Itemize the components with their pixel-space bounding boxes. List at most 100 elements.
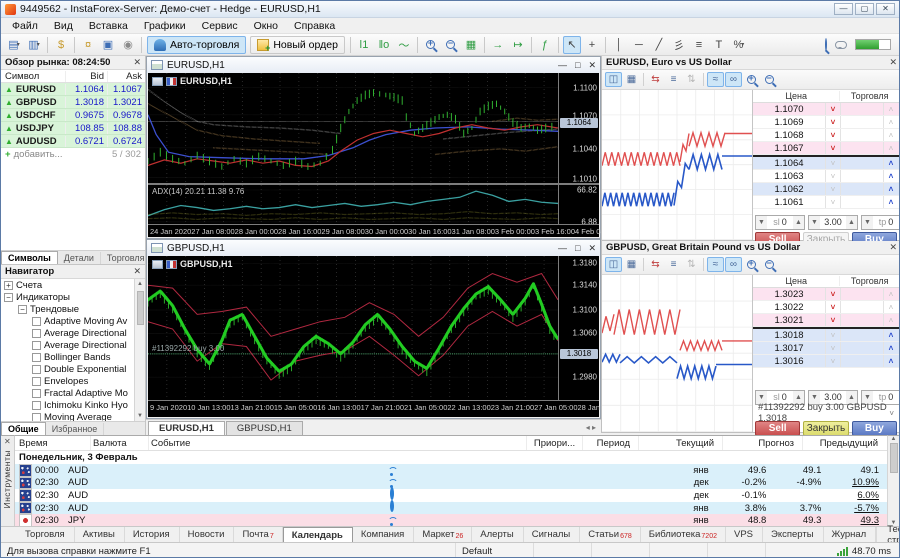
buy-button[interactable]: Buy bbox=[852, 421, 897, 436]
sell-at-price-icon[interactable]: ˅ bbox=[825, 196, 840, 208]
chart-tab[interactable]: GBPUSD,H1 bbox=[226, 421, 303, 435]
close-button[interactable]: Закрыть bbox=[803, 421, 848, 436]
ask-row[interactable]: 1.1069 ˅ ˄ bbox=[753, 116, 899, 129]
bid-row[interactable]: 1.1061 ˅ ˄ bbox=[753, 196, 899, 209]
bid-row[interactable]: 1.3017 ˅ ˄ bbox=[753, 342, 899, 355]
zoom-in-icon[interactable] bbox=[422, 36, 440, 54]
symbol-row[interactable]: ▲USDCHF 0.9675 0.9678 bbox=[1, 109, 145, 122]
text-tool-icon[interactable]: T bbox=[710, 36, 728, 54]
expand-icon[interactable] bbox=[32, 353, 41, 362]
ask-row[interactable]: 1.1068 ˅ ˄ bbox=[753, 129, 899, 142]
expand-icon[interactable] bbox=[32, 413, 41, 422]
position-dropdown-icon[interactable]: ˅ bbox=[889, 409, 894, 418]
sell-button[interactable]: Sell bbox=[755, 421, 800, 436]
chart-shift-icon[interactable]: ↦ bbox=[509, 36, 527, 54]
one-click-icon[interactable] bbox=[152, 77, 163, 86]
ask-row[interactable]: 1.3022 ˅ ˄ bbox=[753, 301, 899, 314]
zoom-out-icon[interactable] bbox=[442, 36, 460, 54]
eurusd-time-axis[interactable]: 24 Jan 202027 Jan 08:0028 Jan 00:0028 Ja… bbox=[148, 224, 599, 237]
sell-at-price-icon[interactable]: ˅ bbox=[825, 301, 840, 313]
sell-at-price-icon[interactable]: ˅ bbox=[825, 355, 840, 367]
tree-item[interactable]: − Индикаторы bbox=[1, 291, 134, 303]
menu-item[interactable]: Графики bbox=[136, 19, 194, 33]
market-watch-tab[interactable]: Детали bbox=[58, 252, 101, 264]
bid-row[interactable]: 1.1064 ˅ ˄ bbox=[753, 157, 899, 170]
toolbox-tab[interactable]: Сигналы bbox=[524, 527, 581, 542]
buy-at-price-icon[interactable]: ˄ bbox=[883, 103, 898, 115]
calendar-event-row[interactable]: 02:30 AUD Разрешения на строительство м/… bbox=[15, 477, 889, 490]
bid-row[interactable]: 1.1063 ˅ ˄ bbox=[753, 170, 899, 183]
chat-icon[interactable] bbox=[835, 41, 847, 49]
menu-item[interactable]: Сервис bbox=[194, 19, 246, 33]
eurusd-price-scale[interactable]: 1.11001.10701.10401.1010 1.1064 bbox=[558, 73, 599, 185]
trend-line-icon[interactable]: ╱ bbox=[650, 36, 668, 54]
market-watch-tab[interactable]: Торговля bbox=[101, 252, 152, 264]
tick-chart-icon[interactable]: ◫ bbox=[605, 72, 622, 87]
symbol-row[interactable]: ▲GBPUSD 1.3018 1.3021 bbox=[1, 96, 145, 109]
dom-ladder-icon[interactable]: ≡ bbox=[665, 257, 682, 272]
tick-points-icon[interactable]: ∞ bbox=[725, 72, 742, 87]
eurusd-adx-pane[interactable]: ADX(14) 20.21 11.38 9.76 bbox=[148, 185, 558, 226]
toolbox-tab[interactable]: Маркет26 bbox=[414, 527, 472, 542]
profiles-icon[interactable]: ▥▾ bbox=[25, 36, 43, 54]
buy-at-price-icon[interactable]: ˄ bbox=[883, 355, 898, 367]
toolbox-tab[interactable]: История bbox=[125, 527, 180, 542]
expand-icon[interactable] bbox=[32, 329, 41, 338]
eurusd-chart-caption[interactable]: EURUSD,H1 — □ ✕ bbox=[147, 57, 600, 73]
buy-at-price-icon[interactable]: ˄ bbox=[883, 183, 898, 195]
toolbox-tab[interactable]: Календарь bbox=[283, 527, 353, 542]
tree-item[interactable]: Fractal Adaptive Mo bbox=[1, 387, 134, 399]
gbpusd-chart-caption[interactable]: GBPUSD,H1 — □ ✕ bbox=[147, 240, 600, 256]
calendar-scrollbar[interactable]: ▲▼ bbox=[887, 435, 899, 526]
buy-at-price-icon[interactable]: ˄ bbox=[883, 314, 898, 326]
calendar-event-row[interactable]: 02:30 JPY Индекс менеджеров по закупкам … bbox=[15, 514, 889, 526]
sell-at-price-icon[interactable]: ˅ bbox=[825, 183, 840, 195]
bar-chart-icon[interactable]: ǀ1 bbox=[355, 36, 373, 54]
toolbox-tab[interactable]: VPS bbox=[726, 527, 763, 542]
navigator-tab[interactable]: Общие bbox=[1, 422, 46, 435]
ask-row[interactable]: 1.3021 ˅ ˄ bbox=[753, 314, 899, 327]
buy-at-price-icon[interactable]: ˄ bbox=[883, 329, 898, 341]
data-window-icon[interactable]: ▣ bbox=[99, 36, 117, 54]
one-click-icon[interactable] bbox=[152, 260, 163, 269]
sell-at-price-icon[interactable]: ˅ bbox=[825, 329, 840, 341]
sell-at-price-icon[interactable]: ˅ bbox=[825, 314, 840, 326]
channel-icon[interactable]: ≡ bbox=[690, 36, 708, 54]
toolbox-tab[interactable]: Статьи678 bbox=[580, 527, 640, 542]
tree-item[interactable]: Ichimoku Kinko Hyo bbox=[1, 399, 134, 411]
sl-stepper[interactable]: ▼sl0▲ bbox=[755, 215, 805, 230]
tree-item[interactable]: Double Exponential bbox=[1, 363, 134, 375]
sell-at-price-icon[interactable]: ˅ bbox=[825, 129, 840, 141]
dom-zoom-out-icon[interactable] bbox=[761, 72, 778, 87]
buy-at-price-icon[interactable]: ˄ bbox=[883, 142, 898, 154]
calendar-event-row[interactable]: 02:30 AUD Разрешения на строительство ча… bbox=[15, 489, 889, 502]
ask-row[interactable]: 1.3023 ˅ ˄ bbox=[753, 288, 899, 301]
buy-at-price-icon[interactable]: ˄ bbox=[883, 301, 898, 313]
toolbox-tab[interactable]: Алерты bbox=[472, 527, 523, 542]
ask-row[interactable]: 1.1070 ˅ ˄ bbox=[753, 103, 899, 116]
tile-windows-icon[interactable]: ▦ bbox=[462, 36, 480, 54]
toolbox-tab[interactable]: Торговля bbox=[17, 527, 75, 542]
tab-scroll-arrows[interactable]: ◂ ▸ bbox=[586, 423, 601, 432]
menu-item[interactable]: Справка bbox=[286, 19, 343, 33]
sell-at-price-icon[interactable]: ˅ bbox=[825, 170, 840, 182]
chart-tab[interactable]: EURUSD,H1 bbox=[148, 421, 225, 435]
dom-zoom-out-icon[interactable] bbox=[761, 257, 778, 272]
buy-at-price-icon[interactable]: ˄ bbox=[883, 288, 898, 300]
menu-item[interactable]: Файл bbox=[4, 19, 46, 33]
new-chart-icon[interactable]: ▤▾ bbox=[5, 36, 23, 54]
menu-item[interactable]: Окно bbox=[246, 19, 286, 33]
line-chart-icon[interactable]: 〜 bbox=[395, 36, 413, 54]
expand-icon[interactable] bbox=[32, 389, 41, 398]
toolbox-tab[interactable]: Компания bbox=[353, 527, 414, 542]
tree-item[interactable]: Moving Average bbox=[1, 411, 134, 421]
toolbox-side-tab[interactable]: ✕ Инструменты bbox=[1, 435, 15, 526]
search-icon[interactable] bbox=[825, 39, 827, 50]
sell-at-price-icon[interactable]: ˅ bbox=[825, 342, 840, 354]
bid-row[interactable]: 1.3018 ˅ ˄ bbox=[753, 329, 899, 342]
tree-item[interactable]: Average Directional bbox=[1, 327, 134, 339]
gbpusd-time-axis[interactable]: 9 Jan 202010 Jan 13:0013 Jan 21:0015 Jan… bbox=[148, 400, 599, 413]
toolbox-tab[interactable]: Журнал bbox=[824, 527, 877, 542]
chart-maximize-icon[interactable]: □ bbox=[575, 243, 580, 254]
expand-icon[interactable]: − bbox=[18, 305, 27, 314]
